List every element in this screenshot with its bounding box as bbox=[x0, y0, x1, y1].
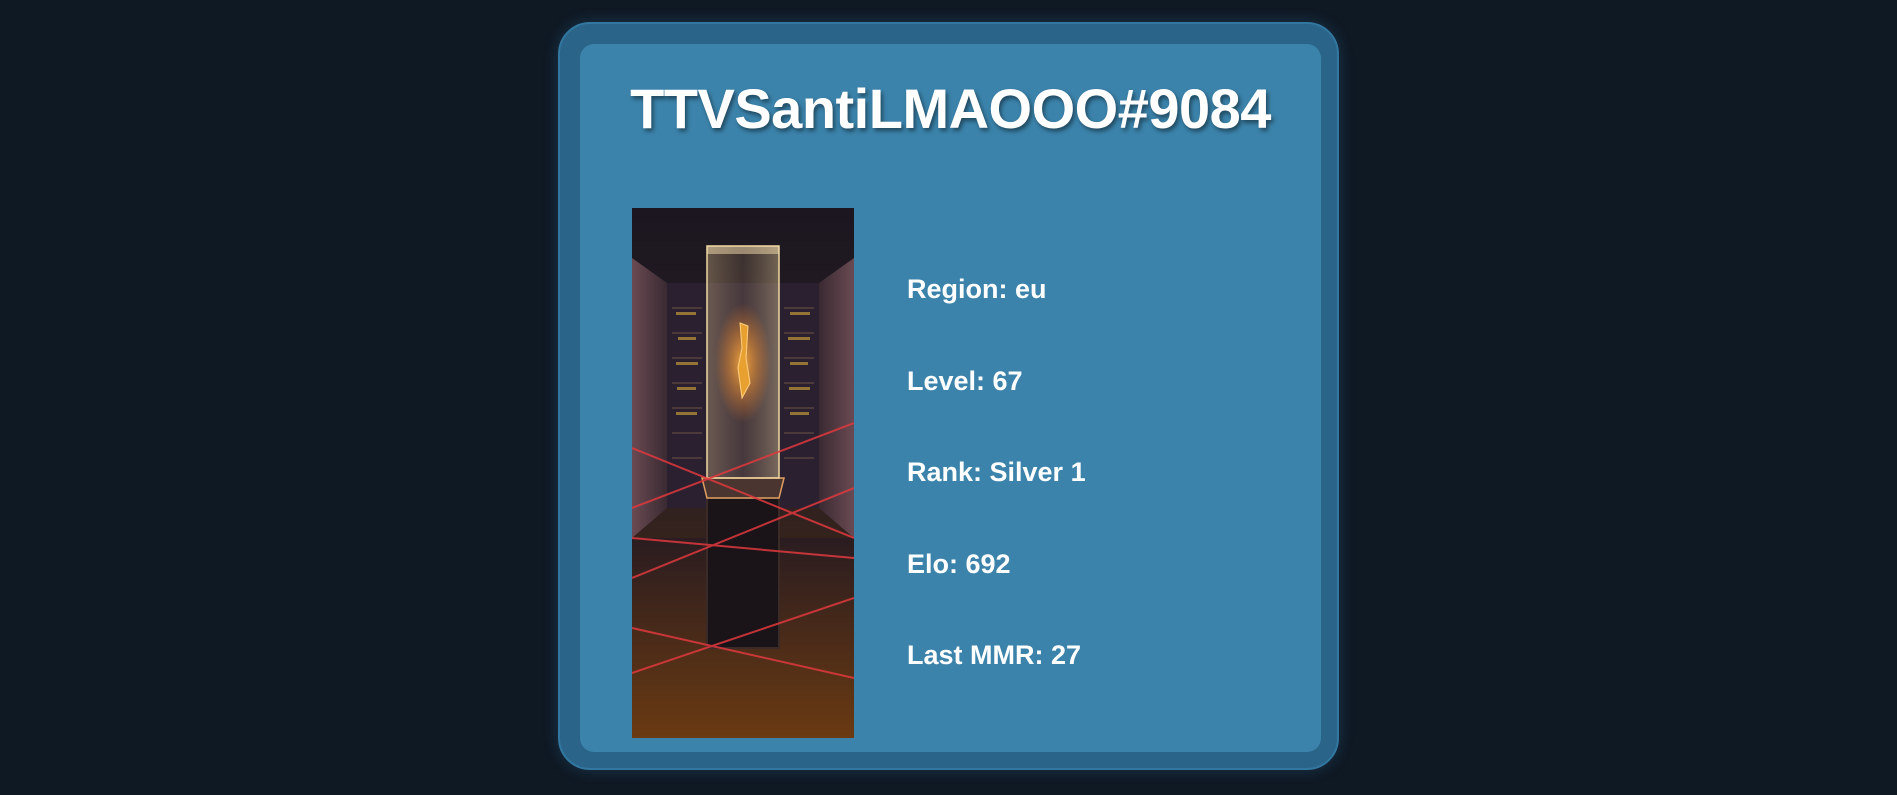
rank-stat: Rank: Silver 1 bbox=[907, 457, 1086, 487]
player-card-image bbox=[632, 208, 854, 738]
elo-stat: Elo: 692 bbox=[907, 548, 1011, 579]
profile-card-body: TTVSantiLMAOOO#9084 Region: eu Level: 67… bbox=[580, 44, 1321, 752]
profile-card: TTVSantiLMAOOO#9084 Region: eu Level: 67… bbox=[558, 22, 1339, 770]
last-mmr-stat: Last MMR: 27 bbox=[907, 640, 1082, 670]
player-name: TTVSantiLMAOOO#9084 bbox=[630, 77, 1271, 140]
region-stat: Region: eu bbox=[907, 274, 1047, 304]
level-stat: Level: 67 bbox=[907, 365, 1023, 396]
player-stats: Region: eu Level: 67 Rank: Silver 1 Elo:… bbox=[907, 272, 1287, 730]
